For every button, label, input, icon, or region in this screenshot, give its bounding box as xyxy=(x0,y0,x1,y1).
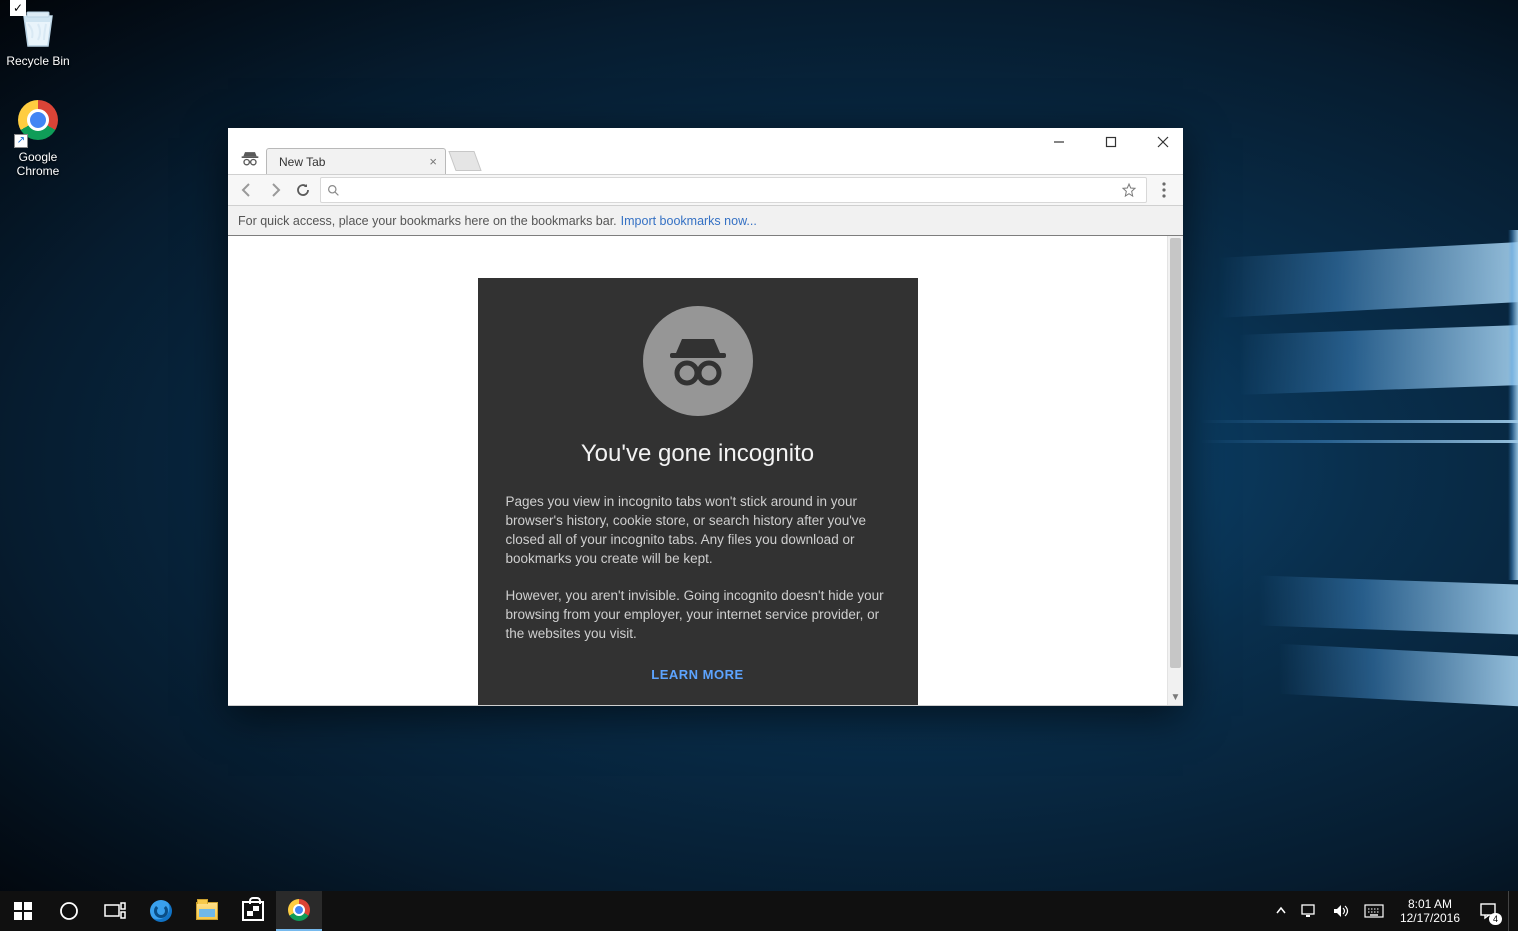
edge-icon xyxy=(150,900,172,922)
desktop-light-effect xyxy=(1138,0,1518,860)
reload-button[interactable] xyxy=(292,179,314,201)
tab-close-button[interactable]: × xyxy=(429,154,437,169)
tray-keyboard-icon[interactable] xyxy=(1358,891,1390,931)
browser-content: You've gone incognito Pages you view in … xyxy=(228,236,1183,706)
browser-toolbar xyxy=(228,174,1183,206)
taskbar-app-chrome[interactable] xyxy=(276,891,322,931)
tray-network-icon[interactable] xyxy=(1294,891,1324,931)
new-tab-button[interactable] xyxy=(448,151,481,171)
incognito-paragraph-1: Pages you view in incognito tabs won't s… xyxy=(506,492,890,568)
tab-title: New Tab xyxy=(279,155,325,169)
clock-date: 12/17/2016 xyxy=(1400,911,1460,925)
show-desktop-button[interactable] xyxy=(1508,891,1514,931)
taskbar-app-explorer[interactable] xyxy=(184,891,230,931)
clock-time: 8:01 AM xyxy=(1400,897,1460,911)
notification-count-badge: 4 xyxy=(1489,913,1502,925)
import-bookmarks-link[interactable]: Import bookmarks now... xyxy=(621,214,757,228)
incognito-paragraph-2: However, you aren't invisible. Going inc… xyxy=(506,586,890,643)
desktop-icon-label: Recycle Bin xyxy=(0,54,76,68)
file-explorer-icon xyxy=(196,902,218,920)
tray-volume-icon[interactable] xyxy=(1326,891,1356,931)
tab-strip: New Tab × xyxy=(228,146,1183,174)
back-button[interactable] xyxy=(236,179,258,201)
omnibox-input[interactable] xyxy=(346,179,1112,201)
incognito-card: You've gone incognito Pages you view in … xyxy=(478,278,918,705)
windows-store-icon xyxy=(242,901,264,921)
selection-check-icon: ✓ xyxy=(10,0,26,16)
address-bar[interactable] xyxy=(320,177,1147,203)
desktop-icon-google-chrome[interactable]: ↗ Google Chrome xyxy=(0,96,76,178)
action-center-button[interactable]: 4 xyxy=(1470,891,1506,931)
start-button[interactable] xyxy=(0,891,46,931)
cortana-button[interactable] xyxy=(46,891,92,931)
scroll-down-arrow-icon[interactable]: ▼ xyxy=(1168,689,1183,705)
scrollbar-thumb[interactable] xyxy=(1170,238,1181,668)
taskbar-app-edge[interactable] xyxy=(138,891,184,931)
bookmark-star-button[interactable] xyxy=(1118,179,1140,201)
recycle-bin-icon: ✓ xyxy=(14,4,62,52)
learn-more-link[interactable]: LEARN MORE xyxy=(651,667,743,682)
chrome-menu-button[interactable] xyxy=(1153,179,1175,201)
desktop-icon-label: Google Chrome xyxy=(0,150,76,178)
taskbar-clock[interactable]: 8:01 AM 12/17/2016 xyxy=(1392,897,1468,925)
incognito-indicator-icon xyxy=(238,146,262,170)
tray-overflow-button[interactable] xyxy=(1270,891,1292,931)
task-view-button[interactable] xyxy=(92,891,138,931)
window-close-button[interactable] xyxy=(1149,132,1177,152)
search-icon xyxy=(327,184,340,197)
browser-tab[interactable]: New Tab × xyxy=(266,148,446,174)
bookmarks-hint-text: For quick access, place your bookmarks h… xyxy=(238,214,617,228)
bookmarks-bar: For quick access, place your bookmarks h… xyxy=(228,206,1183,236)
vertical-scrollbar[interactable]: ▲ ▼ xyxy=(1167,236,1183,705)
forward-button[interactable] xyxy=(264,179,286,201)
chrome-window: New Tab × For quick access, place y xyxy=(228,128,1183,706)
incognito-title: You've gone incognito xyxy=(506,440,890,468)
taskbar: 8:01 AM 12/17/2016 4 xyxy=(0,891,1518,931)
window-maximize-button[interactable] xyxy=(1097,132,1125,152)
desktop-icon-recycle-bin[interactable]: ✓ Recycle Bin xyxy=(0,4,76,68)
chrome-icon xyxy=(288,899,310,921)
incognito-hero-icon xyxy=(643,306,753,416)
window-minimize-button[interactable] xyxy=(1045,132,1073,152)
chrome-icon: ↗ xyxy=(14,100,62,148)
system-tray: 8:01 AM 12/17/2016 4 xyxy=(1270,891,1518,931)
taskbar-app-store[interactable] xyxy=(230,891,276,931)
shortcut-arrow-icon: ↗ xyxy=(14,134,28,148)
